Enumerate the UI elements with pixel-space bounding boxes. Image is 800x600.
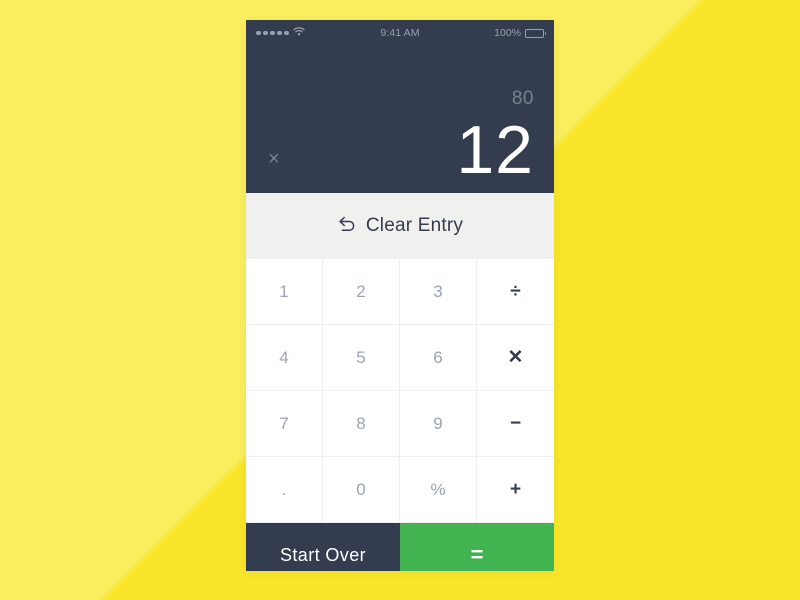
key-percent[interactable]: % bbox=[400, 457, 477, 523]
signal-dot bbox=[270, 30, 275, 36]
key-0-label: 0 bbox=[356, 479, 366, 499]
key-2[interactable]: 2 bbox=[323, 259, 400, 325]
key-0[interactable]: 0 bbox=[323, 457, 400, 523]
key-7[interactable]: 7 bbox=[246, 391, 323, 457]
signal-dot bbox=[284, 30, 289, 36]
battery-full-icon bbox=[525, 28, 547, 38]
key-decimal-label: . bbox=[281, 479, 287, 499]
key-percent-label: % bbox=[430, 479, 446, 499]
display-current-value: 12 bbox=[456, 112, 534, 188]
key-3[interactable]: 3 bbox=[400, 259, 477, 325]
key-6[interactable]: 6 bbox=[400, 325, 477, 391]
status-bar: 9:41 AM 100% bbox=[246, 20, 554, 46]
signal-strength-dots bbox=[256, 30, 289, 36]
key-8[interactable]: 8 bbox=[323, 391, 400, 457]
key-7-label: 7 bbox=[279, 413, 289, 433]
signal-dot bbox=[277, 30, 282, 36]
key-4-label: 4 bbox=[279, 347, 289, 367]
calculator-app-screen: 9:41 AM 100% 80 × 12 Clear Entry 1 2 3 ÷ 4 5 6… bbox=[246, 20, 554, 571]
undo-arrow-icon bbox=[337, 216, 356, 237]
battery-percent-label: 100% bbox=[494, 27, 522, 39]
wifi-icon bbox=[292, 27, 305, 39]
key-decimal[interactable]: . bbox=[246, 457, 323, 523]
key-5-label: 5 bbox=[356, 347, 366, 367]
calculator-display: 80 × 12 bbox=[246, 46, 554, 193]
signal-dot bbox=[256, 30, 261, 36]
key-5[interactable]: 5 bbox=[323, 325, 400, 391]
signal-dot bbox=[263, 30, 268, 36]
status-bar-right: 100% bbox=[420, 27, 547, 39]
display-previous-value: 80 bbox=[511, 88, 534, 109]
key-9-label: 9 bbox=[433, 413, 443, 433]
key-1[interactable]: 1 bbox=[246, 259, 323, 325]
equals-button[interactable]: = bbox=[400, 523, 554, 571]
key-plus[interactable]: + bbox=[477, 457, 554, 523]
key-divide-label: ÷ bbox=[510, 280, 521, 302]
key-divide[interactable]: ÷ bbox=[477, 259, 554, 325]
key-4[interactable]: 4 bbox=[246, 325, 323, 391]
status-bar-left bbox=[256, 27, 380, 39]
key-multiply[interactable]: ✕ bbox=[477, 325, 554, 391]
key-plus-label: + bbox=[509, 478, 522, 500]
start-over-label: Start Over bbox=[279, 544, 367, 565]
key-3-label: 3 bbox=[433, 281, 443, 301]
key-9[interactable]: 9 bbox=[400, 391, 477, 457]
start-over-button[interactable]: Start Over bbox=[246, 523, 400, 571]
key-6-label: 6 bbox=[433, 347, 443, 367]
key-multiply-label: ✕ bbox=[507, 347, 524, 368]
equals-label: = bbox=[470, 542, 484, 567]
key-minus-label: − bbox=[509, 412, 522, 434]
key-2-label: 2 bbox=[356, 281, 366, 301]
bottom-action-bar: Start Over = bbox=[246, 523, 554, 571]
keypad-grid: 1 2 3 ÷ 4 5 6 ✕ 7 8 9 −. 0% + bbox=[246, 259, 554, 523]
key-minus[interactable]: − bbox=[477, 391, 554, 457]
clear-entry-label: Clear Entry bbox=[365, 215, 464, 236]
key-8-label: 8 bbox=[356, 413, 366, 433]
status-bar-time: 9:41 AM bbox=[380, 27, 420, 39]
key-1-label: 1 bbox=[279, 281, 289, 301]
display-pending-operator: × bbox=[268, 148, 280, 170]
clear-entry-button[interactable]: Clear Entry bbox=[246, 193, 554, 259]
